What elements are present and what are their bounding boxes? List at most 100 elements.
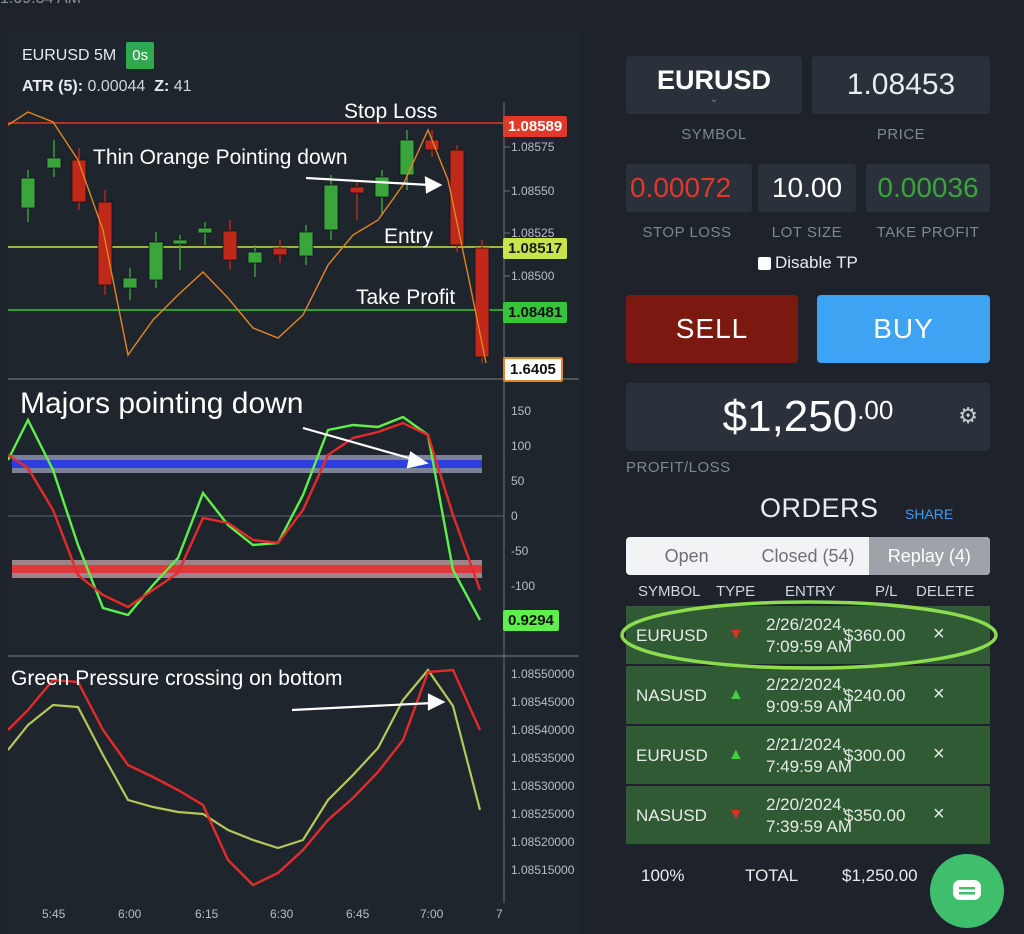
profit-loss-caption: PROFIT/LOSS (626, 459, 731, 476)
stop-loss-price-tag: 1.08589 (503, 116, 568, 137)
osc-tick-label: -50 (511, 544, 529, 558)
tab-replay[interactable]: Replay (4) (868, 537, 990, 575)
price-caption: PRICE (876, 126, 926, 143)
candle-body (323, 184, 339, 231)
up-triangle-icon: ▲ (728, 746, 744, 763)
share-link[interactable]: SHARE (905, 506, 953, 522)
stop-loss-input[interactable]: 0.00072 (626, 164, 752, 212)
buy-button[interactable]: BUY (817, 295, 990, 363)
candle-body (197, 227, 213, 234)
orders-tabs: Open Closed (54) Replay (4) (626, 537, 990, 575)
osc-green-line (8, 415, 482, 621)
candle-body (399, 139, 415, 176)
profit-loss-cents: .00 (857, 394, 894, 425)
footer-total-label: TOTAL (745, 866, 799, 885)
price-tick-label: 1.08500 (511, 269, 555, 283)
annotation-take-profit: Take Profit (356, 286, 456, 309)
candle-body (46, 157, 62, 169)
candle-body (71, 159, 87, 203)
oscillator-value-tag: 0.9294 (503, 610, 559, 631)
price-axis-ticks: 1.08575 1.08550 1.08525 1.08500 (504, 140, 555, 283)
arrow-head (427, 693, 446, 711)
order-row[interactable]: EURUSD ▲ 2/21/2024, 7:49:59 AM $300.00 × (626, 726, 990, 786)
osc-red-line (8, 421, 482, 609)
atr-value-tag: 1.6405 (503, 357, 563, 382)
price-value: 1.08453 (846, 68, 956, 101)
disable-tp-checkbox[interactable] (758, 256, 771, 270)
candle-body (20, 177, 36, 209)
candle-body (172, 239, 188, 245)
time-tick-label: 6:45 (346, 907, 370, 921)
price-display: 1.08453 (812, 56, 990, 114)
lower-tick-label: 1.08515000 (511, 863, 575, 877)
disable-tp-toggle[interactable]: Disable TP (758, 253, 858, 273)
candle-body (222, 230, 238, 261)
candle-body (272, 247, 288, 256)
order-entry: 2/22/2024, 9:09:59 AM (766, 674, 852, 718)
osc-tick-label: 100 (511, 439, 531, 453)
delete-icon[interactable]: × (933, 803, 945, 826)
stop-loss-caption: STOP LOSS (642, 224, 732, 241)
order-entry-date: 2/21/2024, (766, 735, 847, 754)
annotation-stop-loss: Stop Loss (344, 100, 438, 123)
tab-closed[interactable]: Closed (54) (747, 537, 868, 575)
lot-size-caption: LOT SIZE (771, 224, 843, 241)
time-tick-label: 5:45 (42, 907, 66, 921)
osc-tick-label: 150 (511, 404, 531, 418)
chat-button[interactable] (930, 854, 1004, 928)
take-profit-input[interactable]: 0.00036 (866, 164, 990, 212)
candle-body (349, 186, 365, 194)
order-entry-date: 2/22/2024, (766, 675, 847, 694)
oscillator-axis-ticks: 150 100 50 0 -50 -100 (511, 404, 535, 593)
lower-tick-label: 1.08520000 (511, 835, 575, 849)
delete-icon[interactable]: × (933, 743, 945, 766)
time-tick-label: 7 (496, 907, 503, 921)
symbol-caption: SYMBOL (681, 126, 747, 143)
lower-tick-label: 1.08550000 (511, 667, 575, 681)
order-entry: 2/21/2024, 7:49:59 AM (766, 734, 852, 778)
order-entry-time: 7:49:59 AM (766, 757, 853, 776)
footer-total-value: $1,250.00 (842, 866, 918, 885)
annotation-entry: Entry (384, 225, 434, 248)
delete-icon[interactable]: × (933, 683, 945, 706)
lot-size-input[interactable]: 10.00 (758, 164, 856, 212)
candle-body (374, 176, 390, 198)
chevron-down-icon: ⌄ (709, 94, 719, 105)
order-entry-time: 7:39:59 AM (766, 817, 853, 836)
symbol-value: EURUSD (656, 65, 771, 95)
profit-loss-main: $1,250 (722, 392, 858, 441)
lot-size-value: 10.00 (771, 172, 843, 203)
lower-tick-label: 1.08535000 (511, 751, 575, 765)
clock: 1:09:34 AM (0, 0, 81, 8)
candle-body (247, 251, 263, 264)
annotation-thin-orange: Thin Orange Pointing down (93, 146, 348, 169)
order-row[interactable]: NASUSD ▲ 2/22/2024, 9:09:59 AM $240.00 × (626, 666, 990, 726)
order-pl: $300.00 (844, 746, 906, 765)
time-tick-label: 7:00 (420, 907, 444, 921)
tab-open[interactable]: Open (626, 537, 747, 575)
time-tick-label: 6:00 (118, 907, 142, 921)
orders-title: ORDERS (760, 493, 879, 523)
order-pl: $350.00 (844, 806, 906, 825)
gear-icon[interactable]: ⚙ (958, 403, 978, 429)
pressure-red-line (8, 668, 482, 887)
sell-button[interactable]: SELL (626, 295, 798, 363)
symbol-selector[interactable]: EURUSD ⌄ (626, 56, 802, 114)
price-tick-label: 1.08575 (511, 140, 555, 154)
order-panel: EURUSD ⌄ SYMBOL 1.08453 PRICE 0.00072 ST… (610, 0, 1024, 934)
down-triangle-icon: ▼ (728, 806, 744, 823)
up-triangle-icon: ▲ (728, 686, 744, 703)
order-row[interactable]: NASUSD ▼ 2/20/2024, 7:39:59 AM $350.00 × (626, 786, 990, 846)
candle-body (148, 241, 164, 281)
take-profit-caption: TAKE PROFIT (876, 224, 980, 241)
order-symbol: EURUSD (636, 746, 708, 765)
chart-panel[interactable]: EURUSD 5M 0s ATR (5): 0.00044 Z: 41 1.08… (8, 30, 579, 934)
red-band (12, 565, 482, 573)
annotation-green-pressure: Green Pressure crossing on bottom (11, 667, 343, 690)
annotation-majors: Majors pointing down (20, 387, 304, 420)
pressure-green-line (8, 668, 482, 850)
price-tick-label: 1.08550 (511, 184, 555, 198)
arrow-head (424, 176, 443, 194)
lower-tick-label: 1.08545000 (511, 695, 575, 709)
time-axis: 5:45 6:00 6:15 6:30 6:45 7:00 7 (42, 907, 503, 921)
